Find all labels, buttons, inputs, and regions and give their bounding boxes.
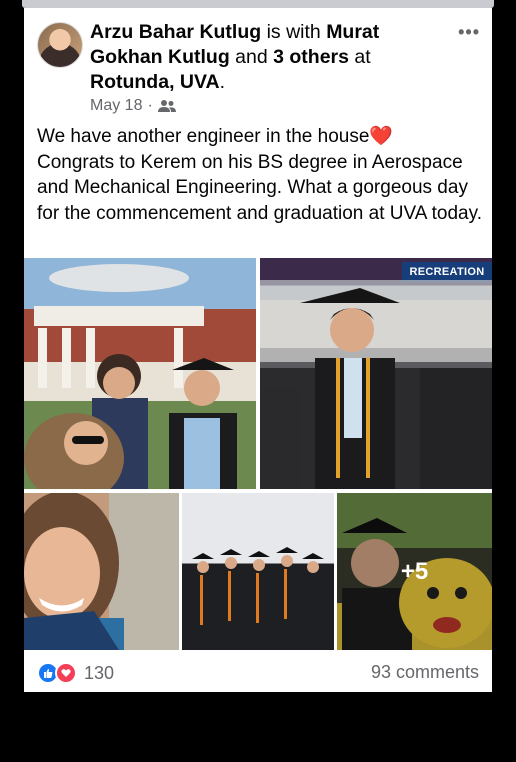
photo-graduate-hall[interactable]: RECREATION bbox=[260, 258, 492, 489]
photo-selfie-art bbox=[24, 493, 124, 650]
avatar[interactable] bbox=[37, 22, 83, 68]
more-photos-count: +5 bbox=[400, 557, 429, 585]
at-text: at bbox=[348, 46, 371, 68]
photo-graduate-art bbox=[260, 280, 492, 489]
post-text-rest: Congrats to Kerem on his BS degree in Ae… bbox=[37, 151, 482, 224]
love-icon bbox=[55, 662, 77, 684]
and-text: and bbox=[229, 46, 274, 68]
post-text: We have another engineer in the house❤️ … bbox=[37, 124, 482, 226]
post-headline: Arzu Bahar Kutlug is with Murat Gokhan K… bbox=[90, 20, 450, 95]
more-options-icon[interactable]: ••• bbox=[458, 22, 480, 43]
photo-selfie[interactable] bbox=[24, 493, 179, 650]
post-card: Arzu Bahar Kutlug is with Murat Gokhan K… bbox=[24, 8, 492, 692]
photo-more[interactable]: +5 bbox=[337, 493, 492, 650]
with-text: is with bbox=[261, 21, 327, 43]
reaction-count: 130 bbox=[84, 662, 115, 683]
location-link[interactable]: Rotunda, UVA bbox=[90, 71, 220, 93]
heart-emoji: ❤️ bbox=[369, 126, 394, 147]
post-meta: May 18 · bbox=[90, 97, 176, 115]
more-photos-overlay[interactable]: +5 bbox=[337, 493, 492, 650]
meta-separator: · bbox=[147, 97, 153, 114]
others-link[interactable]: 3 others bbox=[273, 46, 349, 68]
photo-rotunda-art bbox=[24, 264, 237, 489]
photo-group-art bbox=[192, 547, 324, 625]
photo-graduates-group[interactable] bbox=[182, 493, 334, 650]
photo-rotunda-family[interactable] bbox=[24, 258, 256, 489]
reactions-summary[interactable]: 130 bbox=[37, 662, 114, 684]
post-date[interactable]: May 18 bbox=[90, 97, 142, 115]
post-header: Arzu Bahar Kutlug is with Murat Gokhan K… bbox=[24, 8, 492, 128]
author-name[interactable]: Arzu Bahar Kutlug bbox=[90, 21, 261, 43]
comments-count-link[interactable]: 93 comments bbox=[371, 662, 479, 683]
friends-icon[interactable] bbox=[157, 99, 176, 113]
post-text-line1: We have another engineer in the house bbox=[37, 126, 370, 147]
post-footer: 130 93 comments bbox=[24, 654, 492, 692]
period: . bbox=[219, 71, 226, 93]
photo-grid: RECREATION +5 bbox=[24, 258, 492, 650]
top-edge-bar bbox=[22, 0, 494, 8]
